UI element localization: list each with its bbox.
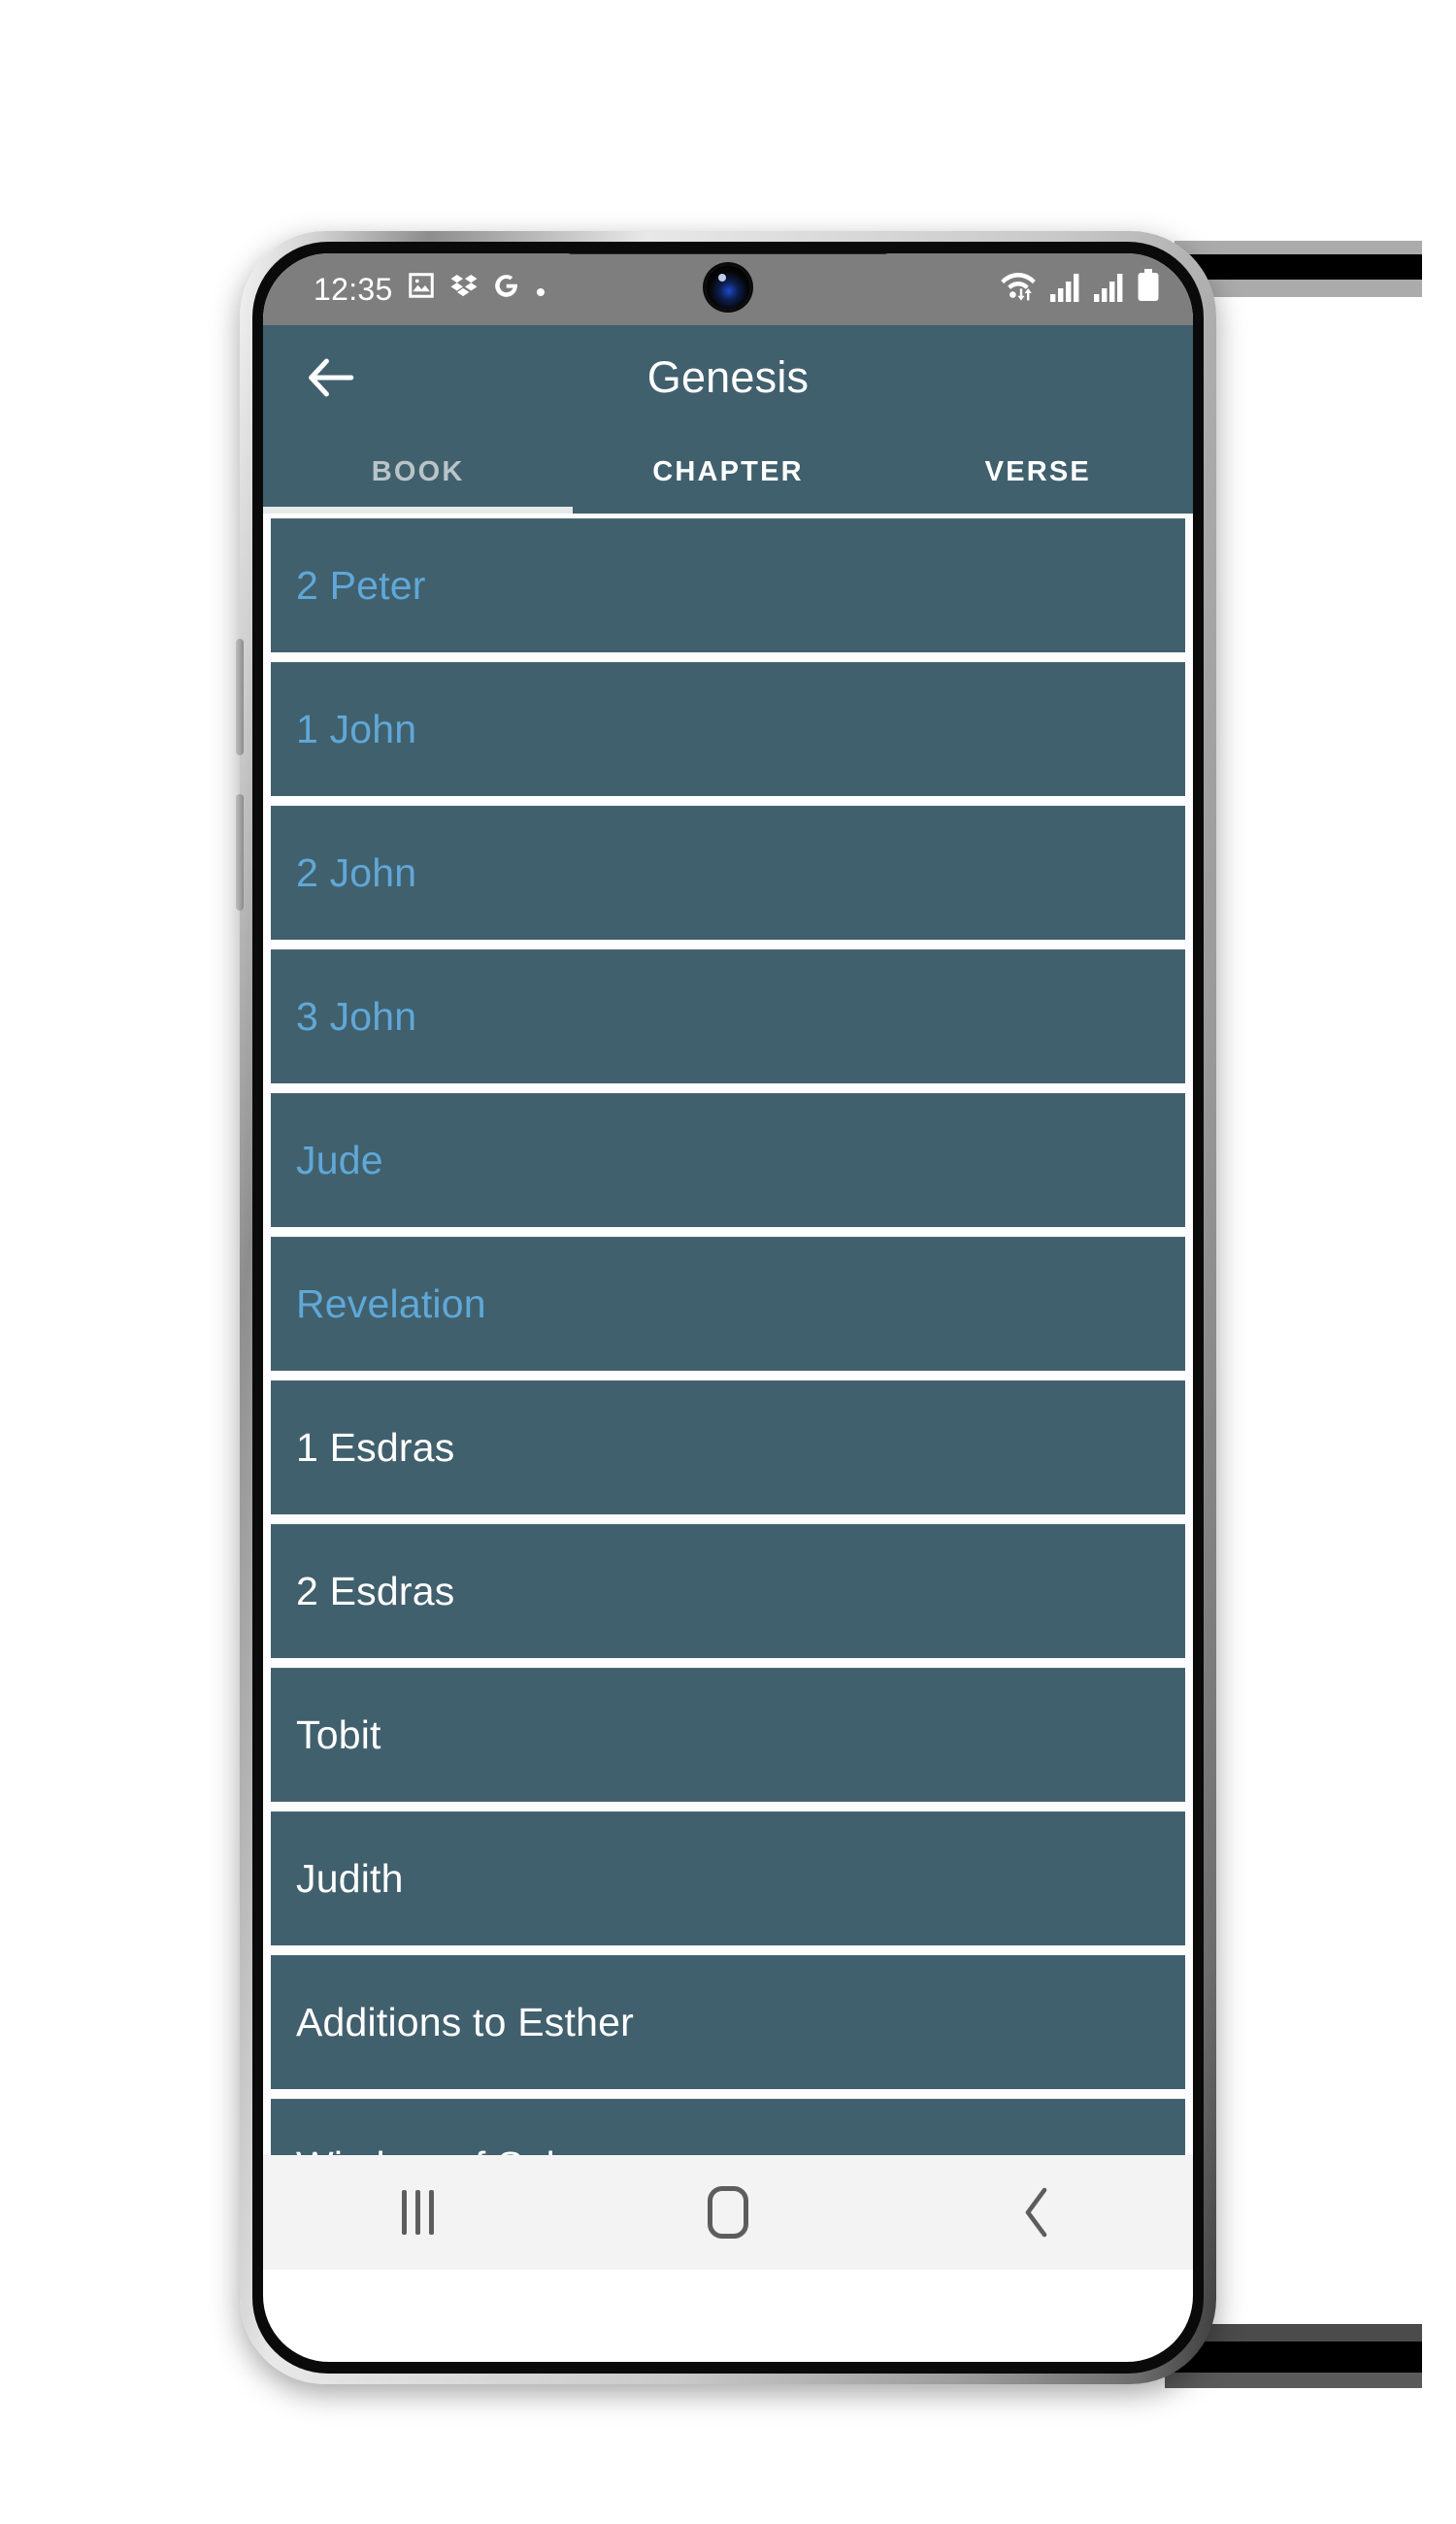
status-bar: 12:35 [263, 253, 1193, 325]
front-camera-punch-hole [706, 265, 750, 310]
signal-sim1-icon [1049, 271, 1082, 310]
list-item-label: Wisdom of Solomon [296, 2143, 655, 2156]
phone-device-frame: 12:35 Genesis BOOK CHAPTER VERSE 2 Peter… [236, 231, 1216, 2384]
tab-selection-indicator [263, 507, 574, 514]
volume-up-button[interactable] [236, 639, 244, 755]
background-bar-top-black [1170, 254, 1422, 280]
list-item-label: 3 John [296, 993, 417, 1039]
home-icon[interactable] [670, 2174, 786, 2251]
tab-chapter[interactable]: CHAPTER [573, 456, 882, 488]
battery-icon [1137, 269, 1160, 310]
list-item[interactable]: Tobit [271, 1668, 1185, 1802]
list-item-label: 2 Peter [296, 562, 426, 608]
list-item[interactable]: 2 Peter [271, 518, 1185, 652]
list-item[interactable]: Revelation [271, 1237, 1185, 1371]
page-title: Genesis [646, 352, 810, 402]
list-item-label: Revelation [296, 1280, 486, 1326]
list-item-label: 2 John [296, 849, 417, 895]
list-item[interactable]: Jude [271, 1093, 1185, 1227]
app-bar: Genesis [263, 325, 1193, 430]
dropbox-icon [449, 271, 479, 308]
list-item-label: Judith [296, 1855, 404, 1901]
background-bar-top-gray-lower [1179, 280, 1422, 297]
android-navigation-bar [263, 2155, 1193, 2270]
list-item-label: 2 Esdras [296, 1568, 455, 1613]
volume-down-button[interactable] [236, 794, 244, 911]
list-item[interactable]: Wisdom of Solomon [271, 2099, 1185, 2155]
list-item[interactable]: 1 Esdras [271, 1380, 1185, 1514]
background-bar-bottom-gray-lower [1165, 2373, 1422, 2388]
list-item-label: 1 Esdras [296, 1424, 455, 1470]
signal-sim2-icon [1093, 271, 1126, 310]
list-item-label: Additions to Esther [296, 1999, 634, 2044]
phone-screen: 12:35 Genesis BOOK CHAPTER VERSE 2 Peter… [263, 253, 1193, 2362]
tab-bar: BOOK CHAPTER VERSE [263, 430, 1193, 514]
tab-book[interactable]: BOOK [263, 456, 573, 488]
list-item[interactable]: 2 John [271, 806, 1185, 940]
earpiece-speaker [568, 253, 888, 254]
screenshot-canvas: 12:35 Genesis BOOK CHAPTER VERSE 2 Peter… [0, 0, 1456, 2524]
list-item[interactable]: Judith [271, 1811, 1185, 1945]
back-icon[interactable] [979, 2174, 1096, 2251]
phone-bezel: 12:35 Genesis BOOK CHAPTER VERSE 2 Peter… [252, 242, 1204, 2374]
google-icon [492, 272, 520, 308]
list-item-label: 1 John [296, 706, 417, 751]
list-item[interactable]: Additions to Esther [271, 1955, 1185, 2089]
tab-verse[interactable]: VERSE [883, 456, 1193, 488]
status-bar-clock: 12:35 [314, 272, 393, 307]
list-item[interactable]: 3 John [271, 949, 1185, 1083]
status-bar-right-group [1000, 269, 1160, 310]
background-bar-top-gray-upper [1175, 241, 1422, 254]
status-bar-left-group: 12:35 [314, 271, 547, 308]
list-item[interactable]: 2 Esdras [271, 1524, 1185, 1658]
list-item[interactable]: 1 John [271, 662, 1185, 796]
book-list[interactable]: 2 Peter 1 John 2 John 3 John Jude Revela… [263, 514, 1193, 2155]
list-item-label: Jude [296, 1137, 383, 1182]
dot-icon [534, 272, 547, 307]
wifi-icon [1000, 269, 1039, 310]
photo-icon [407, 271, 436, 308]
back-arrow-icon[interactable] [302, 349, 358, 406]
list-item-label: Tobit [296, 1711, 381, 1757]
recents-icon[interactable] [360, 2174, 477, 2251]
